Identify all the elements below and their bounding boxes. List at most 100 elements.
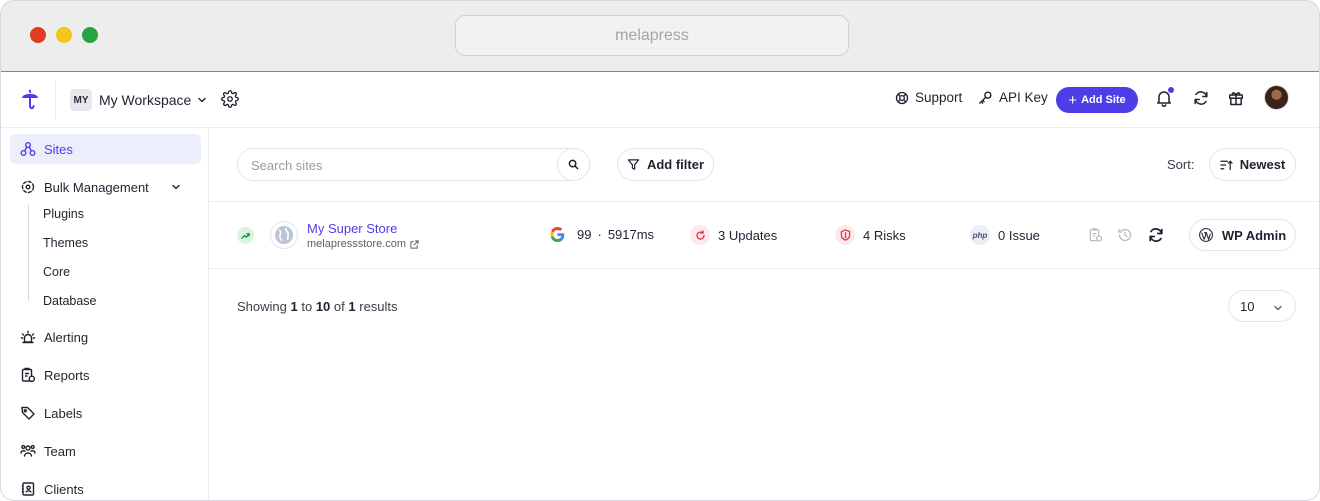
lifebuoy-icon bbox=[895, 91, 909, 104]
team-icon bbox=[20, 444, 36, 457]
app-header: MY My Workspace Support API Key + Add Si… bbox=[1, 72, 1319, 128]
workspace-switcher[interactable]: MY My Workspace bbox=[70, 88, 207, 112]
refresh-icon bbox=[1194, 91, 1208, 105]
sort-value: Newest bbox=[1239, 157, 1286, 172]
sidebar-item-alerting[interactable]: Alerting bbox=[10, 322, 201, 352]
add-filter-button[interactable]: Add filter bbox=[617, 148, 714, 181]
browser-window: melapress MY My Workspace Support API Ke… bbox=[0, 0, 1320, 501]
search-input[interactable] bbox=[251, 156, 551, 174]
sort-icon bbox=[1220, 159, 1233, 170]
sidebar-item-label: Clients bbox=[44, 481, 84, 497]
clients-icon bbox=[21, 482, 35, 496]
sidebar-subitem-database[interactable]: Database bbox=[43, 294, 97, 308]
issues-cell[interactable]: php 0 Issue bbox=[970, 225, 1040, 245]
updates-cell[interactable]: 3 Updates bbox=[690, 225, 777, 245]
results-total: 1 bbox=[348, 299, 356, 314]
key-icon bbox=[979, 91, 992, 104]
support-label: Support bbox=[915, 90, 963, 105]
sidebar-item-label: Bulk Management bbox=[44, 179, 149, 195]
add-site-button[interactable]: + Add Site bbox=[1056, 87, 1138, 113]
sync-icon bbox=[1149, 228, 1163, 242]
history-icon bbox=[1118, 228, 1132, 242]
issues-count: 0 Issue bbox=[998, 227, 1040, 243]
report-icon bbox=[21, 367, 36, 383]
add-filter-label: Add filter bbox=[646, 157, 705, 172]
results-suffix: results bbox=[359, 299, 398, 314]
browser-titlebar: melapress bbox=[1, 1, 1319, 72]
results-from: 1 bbox=[290, 299, 298, 314]
sidebar-item-bulk-management[interactable]: Bulk Management bbox=[10, 172, 201, 202]
refresh-button[interactable] bbox=[1192, 89, 1210, 107]
trend-up-icon bbox=[241, 233, 250, 239]
alarm-icon bbox=[20, 330, 36, 344]
sort-dropdown[interactable]: Newest bbox=[1209, 148, 1296, 181]
sidebar-item-team[interactable]: Team bbox=[10, 436, 201, 466]
gift-icon bbox=[1229, 92, 1243, 106]
gear-icon bbox=[221, 90, 239, 108]
report-button[interactable] bbox=[1086, 226, 1104, 244]
risks-cell[interactable]: 4 Risks bbox=[835, 225, 906, 245]
table-divider bbox=[209, 201, 1319, 202]
risks-count: 4 Risks bbox=[863, 227, 906, 243]
chevron-down-icon bbox=[1274, 305, 1282, 311]
sidebar-item-labels[interactable]: Labels bbox=[10, 398, 201, 428]
melapress-logo-icon[interactable] bbox=[20, 89, 40, 111]
pagespeed-score: 99 bbox=[577, 227, 592, 242]
submenu-tree-line bbox=[28, 204, 29, 301]
api-key-link[interactable]: API Key bbox=[978, 90, 1048, 105]
search-button[interactable] bbox=[557, 148, 590, 181]
tag-icon bbox=[21, 406, 35, 420]
sidebar-subitem-core[interactable]: Core bbox=[43, 265, 70, 279]
notifications-button[interactable] bbox=[1155, 87, 1174, 108]
site-name-link[interactable]: My Super Store bbox=[307, 221, 397, 236]
google-icon bbox=[550, 227, 565, 242]
history-button[interactable] bbox=[1116, 226, 1134, 244]
results-to: 10 bbox=[315, 299, 331, 314]
sidebar-item-sites[interactable]: Sites bbox=[10, 134, 201, 164]
pagespeed-cell[interactable]: 99 · 5917ms bbox=[550, 227, 654, 242]
metric-separator: · bbox=[597, 227, 602, 242]
wp-admin-button[interactable]: WP Admin bbox=[1189, 219, 1296, 251]
wp-admin-label: WP Admin bbox=[1221, 227, 1287, 243]
sidebar-subitem-themes[interactable]: Themes bbox=[43, 236, 88, 250]
close-window-button[interactable] bbox=[30, 27, 46, 43]
sidebar-item-label: Sites bbox=[44, 141, 73, 157]
user-avatar[interactable] bbox=[1264, 85, 1289, 110]
workspace-name: My Workspace bbox=[99, 92, 192, 108]
site-url-link[interactable]: melapressstore.com bbox=[307, 238, 419, 250]
results-prefix: Showing bbox=[237, 299, 287, 314]
add-site-label: Add Site bbox=[1081, 94, 1126, 106]
table-divider bbox=[209, 268, 1319, 269]
sidebar-item-label: Alerting bbox=[44, 329, 89, 345]
workspace-settings-button[interactable] bbox=[220, 89, 240, 109]
bulk-icon bbox=[21, 180, 35, 194]
sidebar-item-label: Labels bbox=[44, 405, 83, 421]
results-of-word: of bbox=[333, 299, 345, 314]
sidebar-item-reports[interactable]: Reports bbox=[10, 360, 201, 390]
risks-badge bbox=[835, 225, 855, 245]
site-favicon bbox=[270, 221, 298, 249]
support-link[interactable]: Support bbox=[895, 90, 962, 105]
sidebar-item-clients[interactable]: Clients bbox=[10, 474, 201, 500]
chevron-down-icon bbox=[172, 184, 180, 190]
gift-button[interactable] bbox=[1227, 89, 1245, 107]
results-to-word: to bbox=[301, 299, 313, 314]
search-icon bbox=[568, 159, 579, 170]
maximize-window-button[interactable] bbox=[82, 27, 98, 43]
chevron-down-icon bbox=[198, 97, 207, 103]
minimize-window-button[interactable] bbox=[56, 27, 72, 43]
load-time: 5917ms bbox=[607, 227, 655, 242]
sidebar-item-label: Team bbox=[44, 443, 76, 459]
address-bar[interactable]: melapress bbox=[455, 15, 849, 56]
sync-button[interactable] bbox=[1147, 226, 1165, 244]
sidebar-subitem-plugins[interactable]: Plugins bbox=[43, 207, 84, 221]
filter-icon bbox=[627, 159, 640, 170]
per-page-select[interactable]: 10 bbox=[1228, 290, 1296, 322]
api-key-label: API Key bbox=[999, 90, 1048, 105]
header-divider bbox=[55, 80, 56, 120]
clipboard-report-icon bbox=[1089, 228, 1102, 242]
search-box bbox=[237, 148, 590, 181]
site-url: melapressstore.com bbox=[307, 238, 407, 250]
shield-alert-icon bbox=[840, 229, 850, 241]
php-badge: php bbox=[970, 225, 990, 245]
